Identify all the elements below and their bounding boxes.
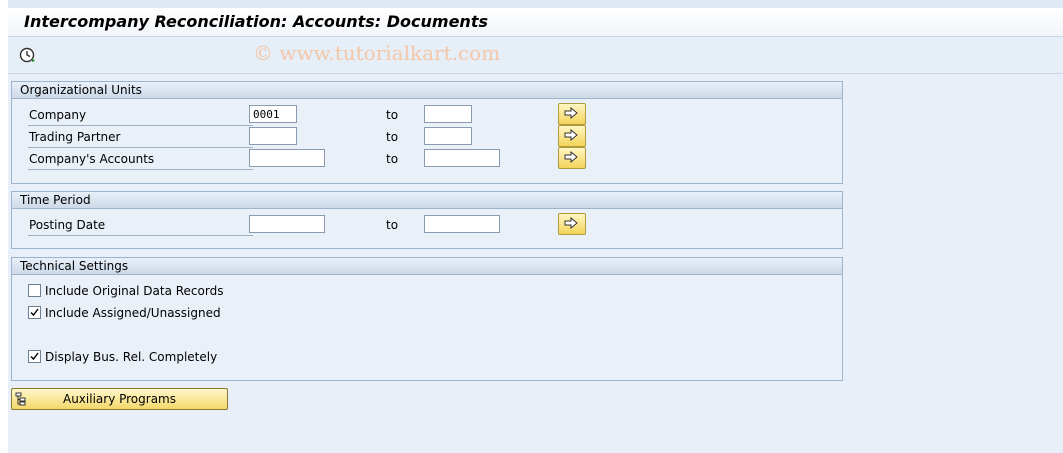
company-to-input[interactable]	[424, 105, 472, 123]
include-assigned-label: Include Assigned/Unassigned	[45, 306, 221, 320]
posting-date-row: Posting Date to	[12, 213, 842, 237]
company-multiple-selection-button[interactable]	[558, 103, 586, 125]
display-bus-rel-label: Display Bus. Rel. Completely	[45, 350, 218, 364]
posting-date-multiple-selection-button[interactable]	[558, 213, 586, 235]
application-toolbar: © www.tutorialkart.com	[8, 37, 1063, 74]
trading-partner-label: Trading Partner	[28, 127, 253, 148]
posting-date-label: Posting Date	[28, 215, 253, 236]
technical-settings-header: Technical Settings	[12, 258, 842, 275]
org-units-group: Organizational Units Company 0001 to Tra…	[11, 81, 843, 184]
selection-screen: Organizational Units Company 0001 to Tra…	[8, 74, 1063, 453]
arrow-right-icon	[564, 107, 578, 119]
include-original-data-checkbox[interactable]	[28, 284, 41, 297]
company-accounts-from-input[interactable]	[249, 149, 325, 167]
posting-date-to-input[interactable]	[424, 215, 500, 233]
trading-partner-from-input[interactable]	[249, 127, 297, 145]
checkmark-icon	[30, 308, 39, 317]
page-title: Intercompany Reconciliation: Accounts: D…	[24, 12, 488, 31]
display-bus-rel-checkbox[interactable]	[28, 350, 41, 363]
posting-date-from-input[interactable]	[249, 215, 325, 233]
company-row: Company 0001 to	[12, 103, 842, 127]
company-label: Company	[28, 105, 253, 126]
window-frame	[0, 0, 8, 453]
trading-partner-to-input[interactable]	[424, 127, 472, 145]
title-bar: Intercompany Reconciliation: Accounts: D…	[8, 8, 1063, 37]
trading-partner-row: Trading Partner to	[12, 125, 842, 149]
posting-date-to-label: to	[386, 218, 399, 232]
company-accounts-multiple-selection-button[interactable]	[558, 147, 586, 169]
company-to-label: to	[386, 108, 399, 122]
technical-settings-group: Technical Settings Include Original Data…	[11, 257, 843, 381]
watermark: © www.tutorialkart.com	[253, 41, 501, 65]
include-assigned-checkbox[interactable]	[28, 306, 41, 319]
auxiliary-programs-label: Auxiliary Programs	[62, 392, 176, 406]
time-period-group: Time Period Posting Date to	[11, 191, 843, 249]
auxiliary-programs-button[interactable]: Auxiliary Programs	[11, 388, 228, 410]
company-from-input[interactable]: 0001	[249, 105, 297, 123]
include-original-data-label: Include Original Data Records	[45, 284, 224, 298]
trading-partner-to-label: to	[386, 130, 399, 144]
arrow-right-icon	[564, 151, 578, 163]
arrow-right-icon	[564, 217, 578, 229]
arrow-right-icon	[564, 129, 578, 141]
trading-partner-multiple-selection-button[interactable]	[558, 125, 586, 147]
org-units-header: Organizational Units	[12, 82, 842, 99]
time-period-header: Time Period	[12, 192, 842, 209]
company-accounts-to-input[interactable]	[424, 149, 500, 167]
company-accounts-to-label: to	[386, 152, 399, 166]
execute-clock-icon[interactable]	[18, 46, 36, 64]
company-accounts-label: Company's Accounts	[28, 149, 253, 170]
checkmark-icon	[30, 352, 39, 361]
company-accounts-row: Company's Accounts to	[12, 147, 842, 171]
